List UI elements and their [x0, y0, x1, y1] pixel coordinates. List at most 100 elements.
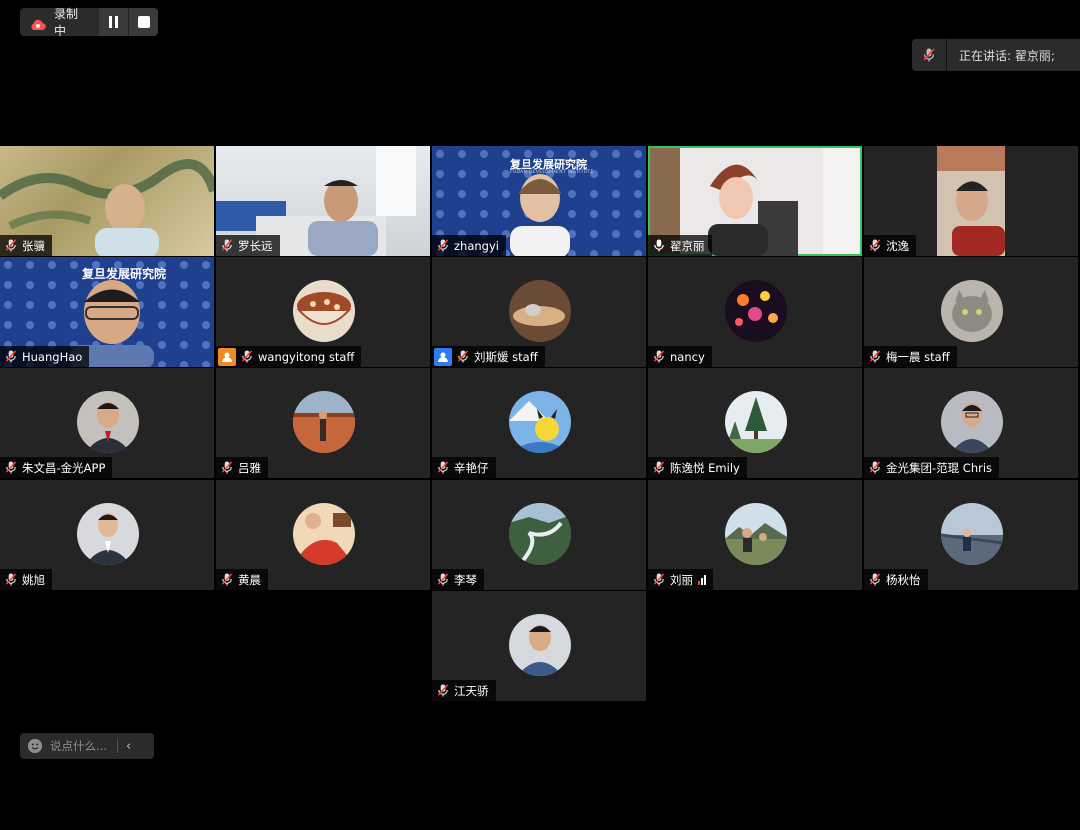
muted-mic-icon — [912, 39, 947, 71]
participant-nameplate: 沈逸 — [864, 235, 916, 256]
speaking-text: 正在讲话: 翟京丽; — [959, 48, 1055, 63]
participant-name: 黄晨 — [238, 572, 261, 587]
participant-nameplate: 朱文昌-金光APP — [0, 457, 113, 478]
participant-nameplate: 李琴 — [432, 569, 484, 590]
chat-input[interactable]: 说点什么... ‹ — [20, 733, 154, 759]
participant-nameplate: 张骥 — [0, 235, 52, 256]
participant-tile[interactable]: 张骥 — [0, 146, 214, 256]
muted-mic-icon — [653, 573, 665, 586]
mic-icon — [654, 239, 664, 252]
recording-label: 录制中 — [54, 7, 79, 38]
participant-avatar — [941, 280, 1003, 342]
participant-tile[interactable]: 朱文昌-金光APP — [0, 368, 214, 478]
participant-tile-active-speaker[interactable]: 翟京丽 — [648, 146, 862, 256]
participant-name: 杨秋怡 — [886, 572, 921, 587]
participant-tile[interactable]: 刘斯媛 staff — [432, 257, 646, 367]
participant-tile[interactable]: wangyitong staff — [216, 257, 430, 367]
muted-mic-icon — [653, 350, 665, 363]
participant-avatar — [293, 503, 355, 565]
participant-tile[interactable]: 陈逸悦 Emily — [648, 368, 862, 478]
muted-mic-icon — [5, 350, 17, 363]
participant-avatar — [725, 280, 787, 342]
stop-icon — [137, 16, 150, 28]
muted-mic-icon — [221, 239, 233, 252]
participant-nameplate: 辛艳仔 — [432, 457, 496, 478]
participant-nameplate: 金光集团-范琨 Chris — [864, 457, 1000, 478]
pause-recording-button[interactable] — [99, 8, 129, 36]
chevron-left-icon[interactable]: ‹ — [126, 739, 131, 754]
participant-avatar — [941, 391, 1003, 453]
participant-name: 罗长远 — [238, 238, 273, 253]
muted-mic-icon — [869, 573, 881, 586]
participant-tile[interactable]: nancy — [648, 257, 862, 367]
participant-avatar — [509, 614, 571, 676]
participant-tile[interactable]: 金光集团-范琨 Chris — [864, 368, 1078, 478]
participant-name: 李琴 — [454, 572, 477, 587]
participant-name: nancy — [670, 349, 705, 364]
participant-nameplate: 梅一晨 staff — [864, 346, 957, 367]
participant-nameplate: 罗长远 — [216, 235, 280, 256]
participant-nameplate: 姚旭 — [0, 569, 52, 590]
participant-avatar — [293, 391, 355, 453]
banner-subtitle: FUDAN DEVELOPMENT INSTITUTE — [510, 170, 594, 175]
participant-tile[interactable]: 沈逸 — [864, 146, 1078, 256]
participant-tile[interactable]: 江天骄 — [432, 591, 646, 701]
participant-tile[interactable]: 梅一晨 staff — [864, 257, 1078, 367]
emoji-icon[interactable] — [28, 739, 42, 753]
participant-avatar — [725, 391, 787, 453]
participant-nameplate: zhangyi — [432, 235, 506, 256]
muted-mic-icon — [437, 239, 449, 252]
participant-nameplate: 黄晨 — [216, 569, 268, 590]
participant-nameplate: nancy — [648, 346, 712, 367]
muted-mic-icon — [437, 684, 449, 697]
participant-nameplate: 吕雅 — [216, 457, 268, 478]
participant-name: 江天骄 — [454, 683, 489, 698]
recording-indicator: 录制中 — [20, 7, 159, 38]
participant-name: 陈逸悦 Emily — [670, 460, 740, 475]
participant-avatar — [725, 503, 787, 565]
participant-name: 梅一晨 staff — [886, 349, 950, 364]
participant-avatar — [509, 503, 571, 565]
participant-tile[interactable]: 黄晨 — [216, 480, 430, 590]
participant-tile[interactable]: 李琴 — [432, 480, 646, 590]
participant-tile[interactable]: 刘丽 — [648, 480, 862, 590]
participant-nameplate: 刘斯媛 staff — [432, 346, 545, 367]
participant-name: 刘丽 — [670, 572, 693, 587]
participant-avatar — [293, 280, 355, 342]
participant-tile[interactable]: 吕雅 — [216, 368, 430, 478]
muted-mic-icon — [869, 350, 881, 363]
muted-mic-icon — [221, 573, 233, 586]
participant-tile[interactable]: 复旦发展研究院 FUDAN DEVELOPMENT INSTITUTE zhan… — [432, 146, 646, 256]
participant-name: HuangHao — [22, 349, 83, 364]
banner-text: 复旦发展研究院 — [82, 267, 167, 281]
speaking-indicator: 正在讲话: 翟京丽; — [912, 39, 1080, 71]
stop-recording-button[interactable] — [128, 8, 159, 36]
pause-icon — [108, 16, 118, 28]
muted-mic-icon — [457, 350, 469, 363]
participant-name: 辛艳仔 — [454, 460, 489, 475]
user-badge-icon — [218, 347, 236, 366]
muted-mic-icon — [869, 239, 881, 252]
participant-name: 张骥 — [22, 238, 45, 253]
participant-tile[interactable]: 杨秋怡 — [864, 480, 1078, 590]
user-badge-icon — [434, 347, 452, 366]
participant-name: 姚旭 — [22, 572, 45, 587]
participant-avatar — [77, 391, 139, 453]
participant-tile[interactable]: 复旦发展研究院 HuangHao — [0, 257, 214, 367]
participant-tile[interactable]: 辛艳仔 — [432, 368, 646, 478]
participant-nameplate: 翟京丽 — [648, 235, 712, 256]
participant-name: 刘斯媛 staff — [474, 349, 538, 364]
participant-name: 朱文昌-金光APP — [22, 460, 106, 475]
participant-name: wangyitong staff — [258, 349, 355, 364]
participant-nameplate: 杨秋怡 — [864, 569, 928, 590]
participant-avatar — [509, 391, 571, 453]
participant-tile[interactable]: 姚旭 — [0, 480, 214, 590]
muted-mic-icon — [5, 461, 17, 474]
participant-name: 沈逸 — [886, 238, 909, 253]
chat-placeholder: 说点什么... — [50, 739, 107, 753]
participant-name: 吕雅 — [238, 460, 261, 475]
signal-strength-icon — [698, 574, 706, 585]
participant-tile[interactable]: 罗长远 — [216, 146, 430, 256]
participant-nameplate: HuangHao — [0, 346, 90, 367]
muted-mic-icon — [653, 461, 665, 474]
